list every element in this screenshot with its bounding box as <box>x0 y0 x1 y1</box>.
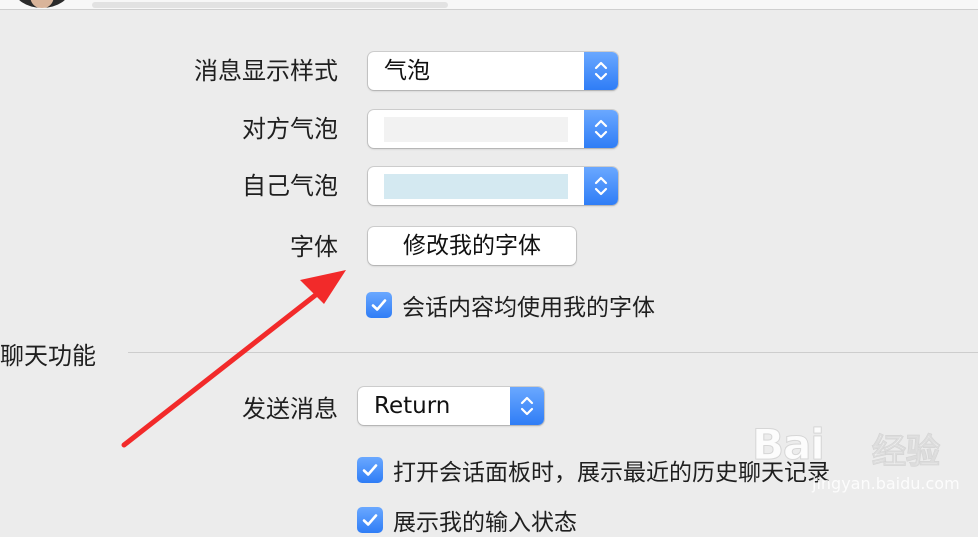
checkmark-icon <box>362 514 378 526</box>
watermark-text: 经验 <box>872 432 941 473</box>
show-recent-history-checkbox[interactable] <box>357 457 383 483</box>
checkmark-icon <box>362 464 378 476</box>
section-title-chat-features: 聊天功能 <box>0 342 96 370</box>
bubble-style-value: 气泡 <box>384 58 430 84</box>
bubble-style-select[interactable]: 气泡 <box>368 52 618 90</box>
font-label: 字体 <box>290 233 338 261</box>
up-down-chevron-icon <box>584 167 618 205</box>
send-message-select[interactable]: Return <box>358 387 544 425</box>
send-message-label: 发送消息 <box>242 395 338 423</box>
self-bubble-color-swatch <box>384 174 568 199</box>
bubble-style-label: 消息显示样式 <box>194 57 338 85</box>
section-divider <box>128 352 978 353</box>
other-bubble-label: 对方气泡 <box>242 115 338 143</box>
use-my-font-label: 会话内容均使用我的字体 <box>402 295 655 321</box>
watermark-url: jingyan.baidu.com <box>812 474 960 493</box>
up-down-chevron-icon <box>584 52 618 90</box>
checkmark-icon <box>371 299 387 311</box>
up-down-chevron-icon <box>510 387 544 425</box>
show-recent-history-label: 打开会话面板时，展示最近的历史聊天记录 <box>393 460 830 486</box>
self-bubble-color-select[interactable] <box>368 167 618 205</box>
self-bubble-label: 自己气泡 <box>242 172 338 200</box>
show-recent-history-row[interactable]: 打开会话面板时，展示最近的历史聊天记录 <box>357 453 830 487</box>
show-typing-status-row[interactable]: 展示我的输入状态 <box>357 503 577 537</box>
send-message-value: Return <box>374 393 451 419</box>
other-bubble-color-swatch <box>384 117 568 142</box>
show-typing-status-checkbox[interactable] <box>357 507 383 533</box>
change-font-button[interactable]: 修改我的字体 <box>368 227 576 265</box>
show-typing-status-label: 展示我的输入状态 <box>393 510 577 536</box>
use-my-font-checkbox[interactable] <box>366 292 392 318</box>
other-bubble-color-select[interactable] <box>368 110 618 148</box>
top-field <box>92 2 448 8</box>
use-my-font-row[interactable]: 会话内容均使用我的字体 <box>366 288 655 322</box>
up-down-chevron-icon <box>584 110 618 148</box>
